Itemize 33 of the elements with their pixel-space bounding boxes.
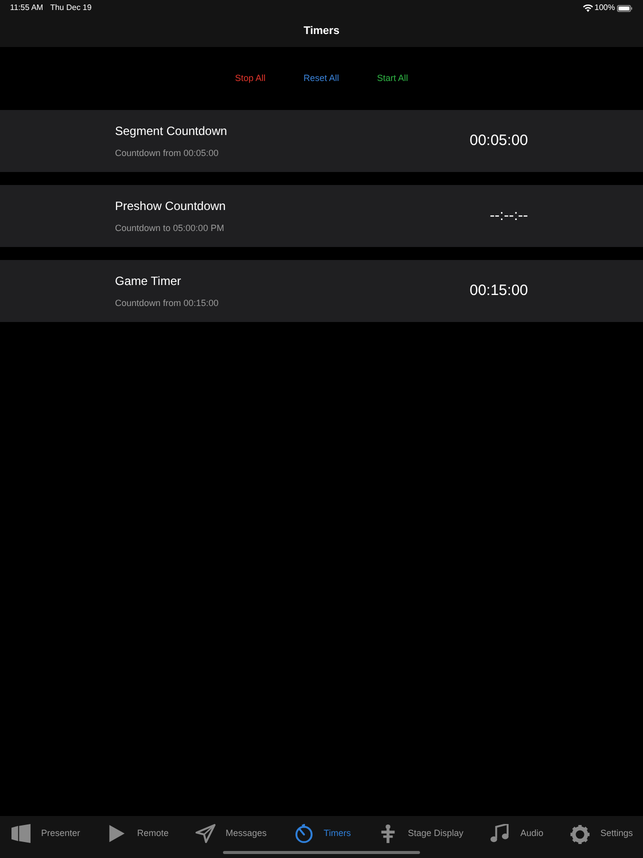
- timer-value: 00:05:00: [470, 130, 528, 151]
- battery-percent: 100%: [594, 2, 615, 14]
- tab[interactable]: Stage Display: [376, 824, 464, 844]
- wifi-icon: [582, 4, 593, 12]
- timer-detail: Countdown from 00:15:00: [115, 296, 220, 310]
- tab[interactable]: Messages: [194, 824, 267, 844]
- action-button[interactable]: Start All: [377, 72, 408, 86]
- status-time: 11:55 AM: [10, 2, 44, 14]
- timer-value: 00:15:00: [470, 280, 528, 301]
- timer-name: Segment Countdown: [115, 122, 228, 140]
- battery-icon: [617, 4, 633, 12]
- action-button[interactable]: Reset All: [303, 72, 340, 86]
- timer-detail: Countdown to 05:00:00 PM: [115, 222, 226, 235]
- timer-value: --:--:--: [490, 206, 528, 226]
- timer-detail: Countdown from 00:05:00: [115, 146, 220, 160]
- timer-row[interactable]: Game Timer Countdown from 00:15:00 00:15:00: [0, 260, 643, 322]
- music-note-icon: [489, 824, 512, 844]
- timer-icon: [292, 824, 315, 844]
- nav-title: Timers: [304, 24, 340, 40]
- settings-icon: [569, 824, 592, 844]
- paper-plane-icon: [194, 824, 217, 844]
- tab[interactable]: Remote: [106, 824, 169, 844]
- tab[interactable]: Settings: [569, 824, 633, 844]
- status-date: Thu Dec 19: [50, 2, 92, 14]
- timer-name: Preshow Countdown: [115, 198, 227, 215]
- tab[interactable]: Audio: [489, 824, 544, 844]
- timer-row[interactable]: Preshow Countdown Countdown to 05:00:00 PM --:--:--: [0, 185, 643, 247]
- action-button[interactable]: Stop All: [234, 72, 266, 86]
- tab[interactable]: Presenter: [10, 824, 80, 844]
- screen-icon: [10, 824, 32, 844]
- tab[interactable]: Timers: [292, 824, 351, 844]
- timer-row[interactable]: Segment Countdown Countdown from 00:05:00 00:05:00: [0, 110, 643, 172]
- timer-name: Game Timer: [115, 272, 182, 290]
